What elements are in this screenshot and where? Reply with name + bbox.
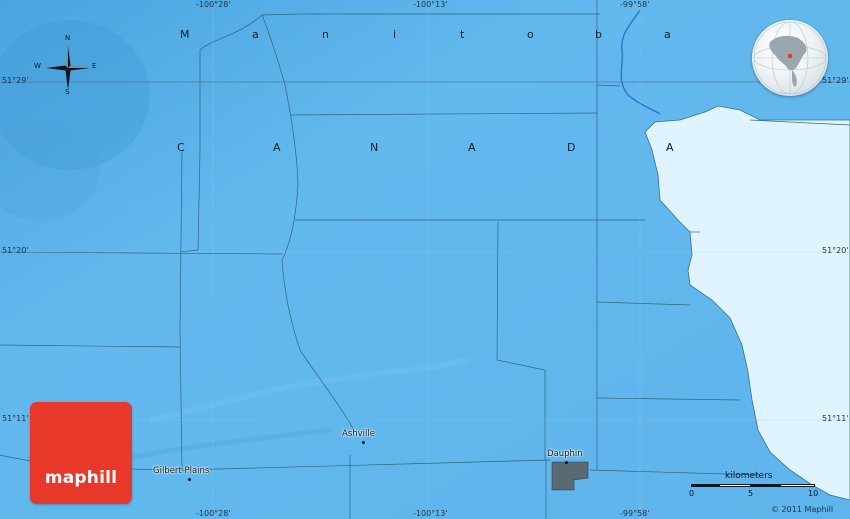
- region-label-letter: n: [322, 28, 329, 41]
- gilbert-plains-marker: [188, 478, 191, 481]
- copyright-text: © 2011 Maphill: [771, 505, 834, 514]
- scale-segment: [750, 485, 781, 487]
- latitude-label-right: 51°11': [822, 414, 849, 423]
- compass-south-label: S: [65, 88, 70, 96]
- latitude-label-right: 51°20': [822, 246, 849, 255]
- scale-bar: kilometers 0 5 10: [688, 471, 818, 501]
- place-label-gilbert-plains[interactable]: Gilbert Plains: [153, 466, 209, 476]
- latitude-label-left: 51°29': [2, 76, 29, 85]
- country-label-letter: A: [273, 141, 281, 154]
- country-label-letter: A: [468, 141, 476, 154]
- dauphin-marker: [565, 461, 568, 464]
- compass-rose-icon: [46, 46, 90, 90]
- compass-east-label: E: [92, 62, 97, 70]
- scale-tick-label: 0: [689, 489, 695, 498]
- map-canvas[interactable]: -100°28' -100°13' -99°58' -100°28' -100°…: [0, 0, 850, 519]
- country-label-letter: N: [370, 141, 379, 154]
- longitude-label-bottom: -100°13': [413, 509, 448, 518]
- scale-title: kilometers: [725, 471, 773, 481]
- longitude-label-bottom: -100°28': [196, 509, 231, 518]
- globe-locator-icon: [752, 20, 828, 96]
- country-label-letter: C: [177, 141, 185, 154]
- longitude-label-top: -100°28': [196, 0, 231, 9]
- country-label-letter: A: [666, 141, 674, 154]
- region-label-letter: a: [252, 28, 259, 41]
- ashville-marker: [362, 441, 365, 444]
- maphill-logo[interactable]: maphill: [30, 402, 132, 504]
- longitude-label-bottom: -99°58': [620, 509, 650, 518]
- longitude-label-top: -99°58': [620, 0, 650, 9]
- scale-segment: [692, 485, 720, 487]
- region-label-letter: a: [664, 28, 671, 41]
- region-label-letter: o: [527, 28, 534, 41]
- place-label-dauphin[interactable]: Dauphin: [547, 449, 583, 459]
- place-label-ashville[interactable]: Ashville: [342, 429, 375, 439]
- region-label-letter: i: [393, 28, 397, 41]
- region-label-letter: t: [460, 28, 465, 41]
- compass-north-label: N: [65, 34, 71, 42]
- region-label-letter: b: [595, 28, 602, 41]
- latitude-label-left: 51°11': [2, 414, 29, 423]
- longitude-label-top: -100°13': [413, 0, 448, 9]
- compass-west-label: W: [34, 62, 41, 70]
- region-label-letter: M: [180, 28, 190, 41]
- latitude-label-left: 51°20': [2, 246, 29, 255]
- country-label-letter: D: [567, 141, 576, 154]
- latitude-label-right: 51°29': [822, 76, 849, 85]
- maphill-logo-text: maphill: [44, 468, 118, 488]
- scale-tick-label: 10: [808, 489, 819, 498]
- scale-tick-label: 5: [748, 489, 754, 498]
